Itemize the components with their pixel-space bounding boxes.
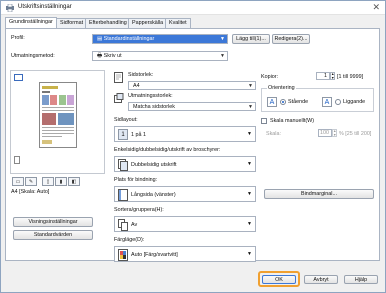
- settings-panel: Profil: ▤ Standardinställningar ▼ Lägg t…: [5, 28, 380, 262]
- tab-page-setup[interactable]: Sidformat: [56, 18, 88, 28]
- favorite-icon: ▤: [97, 36, 104, 42]
- page-thumb-icon: [14, 156, 20, 164]
- copies-input[interactable]: 1: [316, 72, 330, 80]
- page-preview-image: [42, 86, 74, 144]
- chevron-down-icon: ▼: [248, 104, 253, 110]
- binding-icon: [118, 189, 128, 201]
- landscape-icon: A: [322, 97, 332, 107]
- tab-finishing[interactable]: Efterbehandling: [85, 18, 131, 28]
- duplex-select[interactable]: Dubbelsidig utskrift ▼: [114, 156, 256, 172]
- color-mode-select[interactable]: Auto [Färg/svartvitt] ▼: [114, 246, 256, 262]
- output-method-value: Skriv ut: [103, 53, 122, 59]
- duplex-icon: [118, 159, 128, 171]
- output-tray-icon[interactable]: ▯: [42, 177, 54, 186]
- chevron-down-icon: ▼: [220, 36, 225, 42]
- binding-value: Långsida (vänster): [131, 192, 176, 198]
- page-layout-label: Sidlayout:: [114, 117, 138, 123]
- preview-view-icon[interactable]: ▭: [12, 177, 24, 186]
- layout-number-icon: 1: [118, 129, 128, 140]
- collate-value: Av: [131, 222, 138, 228]
- printer-icon: [6, 4, 14, 12]
- output-method-select[interactable]: 🖶 Skriv ut ▼: [92, 51, 228, 61]
- tab-quality[interactable]: Kvalitet: [165, 18, 191, 28]
- binding-label: Plats för bindning:: [114, 177, 158, 183]
- manual-scale-label: Skala manuellt(W): [270, 118, 315, 124]
- tab-paper-source[interactable]: Papperskälla: [128, 18, 168, 28]
- landscape-radio[interactable]: [335, 99, 341, 105]
- chevron-down-icon: ▼: [247, 221, 252, 227]
- duplex-label: Enkelsidig/dubbelsidig/utskrift av brosc…: [114, 147, 221, 153]
- profile-value: Standardinställningar: [103, 36, 155, 42]
- window-title: Utskriftsinställningar: [18, 4, 72, 10]
- chevron-down-icon: ▼: [247, 161, 252, 167]
- copies-range: [1 till 9999]: [337, 74, 364, 80]
- duplex-value: Dubbelsidig utskrift: [131, 162, 177, 168]
- add-profile-button[interactable]: Lägg till(1)...: [232, 34, 270, 44]
- view-settings-button[interactable]: Visningsinställningar: [13, 217, 93, 227]
- output-size-value: Matcha sidstorlek: [133, 104, 175, 110]
- quality-icon[interactable]: ◧: [68, 177, 80, 186]
- manual-scale-checkbox[interactable]: [261, 118, 267, 124]
- ok-button[interactable]: OK: [262, 275, 296, 284]
- preview-area: [10, 70, 105, 174]
- profile-label: Profil:: [11, 35, 25, 41]
- chevron-down-icon: ▼: [248, 83, 253, 89]
- page-layout-select[interactable]: 1 1 på 1 ▼: [114, 126, 256, 142]
- collate-select[interactable]: Av ▼: [114, 216, 256, 232]
- orientation-label: Orientering: [267, 85, 296, 91]
- edit-profile-button[interactable]: Redigera(2)...: [272, 34, 310, 44]
- close-icon[interactable]: ✕: [372, 2, 380, 13]
- page-size-icon: [114, 72, 123, 83]
- title-bar: Utskriftsinställningar ✕: [1, 1, 385, 15]
- preview-mode-icon[interactable]: [14, 74, 23, 81]
- scale-input[interactable]: 100: [318, 129, 332, 137]
- output-size-select[interactable]: Matcha sidstorlek ▼: [128, 102, 256, 111]
- landscape-label: Liggande: [343, 99, 366, 105]
- scale-spinner[interactable]: ▲ ▼: [332, 129, 337, 137]
- portrait-label: Stående: [288, 99, 309, 105]
- portrait-radio[interactable]: [280, 99, 286, 105]
- page-preview: [39, 82, 77, 148]
- portrait-icon: A: [267, 97, 277, 107]
- collate-label: Sortera/gruppera(H):: [114, 207, 164, 213]
- chevron-down-icon: ▼: [247, 191, 252, 197]
- scale-label: Skala:: [266, 131, 281, 137]
- page-layout-value: 1 på 1: [131, 132, 146, 138]
- help-button[interactable]: Hjälp: [344, 275, 378, 284]
- finish-icon[interactable]: ▮: [55, 177, 67, 186]
- binding-margin-button[interactable]: Bindmarginal...: [264, 189, 374, 199]
- defaults-button[interactable]: Standardvärden: [13, 230, 93, 240]
- output-size-label: Utmatningsstorlek:: [128, 93, 173, 99]
- color-mode-label: Färgläge(D):: [114, 237, 145, 243]
- page-size-select[interactable]: A4 ▼: [128, 81, 256, 90]
- collate-icon: [118, 219, 128, 231]
- preview-caption: A4 [Skala: Auto]: [11, 189, 50, 195]
- chevron-down-icon: ▼: [247, 131, 252, 137]
- print-settings-window: Utskriftsinställningar ✕ Grundinställnin…: [0, 0, 386, 293]
- scale-range: % [25 till 200]: [339, 131, 372, 137]
- profile-select[interactable]: ▤ Standardinställningar ▼: [92, 34, 228, 44]
- print-icon: 🖶: [97, 53, 104, 59]
- orientation-group: Orientering A Stående A Liggande: [261, 85, 374, 112]
- copies-label: Kopior:: [261, 74, 279, 80]
- binding-select[interactable]: Långsida (vänster) ▼: [114, 186, 256, 202]
- output-method-label: Utmatningsmetod:: [11, 53, 55, 59]
- color-mode-value: Auto [Färg/svartvitt]: [131, 252, 178, 258]
- page-size-value: A4: [133, 83, 140, 89]
- chevron-down-icon: ▼: [220, 53, 225, 59]
- page-size-label: Sidstorlek:: [128, 72, 154, 78]
- color-mode-icon: [118, 249, 128, 261]
- chevron-down-icon: ▼: [247, 251, 252, 257]
- cancel-button[interactable]: Avbryt: [304, 275, 338, 284]
- output-size-icon: [114, 93, 124, 103]
- tab-basic[interactable]: Grundinställningar: [5, 17, 57, 28]
- preview-settings-icon[interactable]: ✎: [25, 177, 37, 186]
- copies-spinner[interactable]: ▲ ▼: [330, 72, 335, 80]
